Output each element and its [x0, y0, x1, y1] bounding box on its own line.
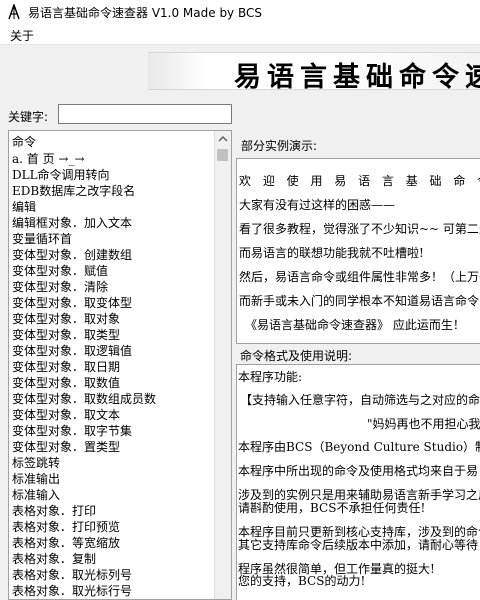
example-line: 而新手或未入门的同学根本不知道易语言命令的: [239, 294, 480, 308]
command-list-item[interactable]: 变体型对象．赋值: [11, 263, 216, 279]
command-list-item[interactable]: 标准输入: [11, 487, 216, 503]
banner-title: 易语言基础命令速查器: [234, 62, 480, 90]
example-line: 然后，易语言命令或组件属性非常多！（上万条: [239, 270, 480, 284]
keyword-label: 关键字:: [8, 110, 49, 124]
command-list-item[interactable]: 变体型对象．取对象: [11, 311, 216, 327]
command-list-item[interactable]: 表格对象．复制: [11, 551, 216, 567]
command-listbox[interactable]: 命令 a. 首 页 →_→ DLL命令调用转向 EDB数据库之改字段名 编辑 编辑框对象…: [8, 130, 232, 600]
app-icon: [8, 4, 20, 20]
example-line: 看了很多教程，觉得涨了不少知识~~ 可第二天: [239, 222, 480, 236]
scroll-thumb[interactable]: [217, 149, 228, 161]
scroll-up-arrow-icon[interactable]: [215, 131, 231, 147]
command-list-item[interactable]: 变体型对象．取数值: [11, 375, 216, 391]
command-list-item[interactable]: EDB数据库之改字段名: [11, 183, 216, 199]
format-line: 其它支持库命令后续版本中添加，请耐心等待: [238, 538, 479, 552]
format-line: 本程序中所出现的命令及使用格式均来自于易: [238, 464, 479, 478]
format-line: 请斟酌使用，BCS不承担任何责任!: [238, 501, 426, 515]
command-list-item[interactable]: 变量循环首: [11, 231, 216, 247]
menu-bar: 关于: [0, 24, 480, 45]
format-line: "妈妈再也不用担心我: [367, 417, 480, 431]
keyword-input[interactable]: [58, 104, 232, 124]
command-list-item[interactable]: 表格对象．取光标列号: [11, 567, 216, 583]
command-list-item[interactable]: 变体型对象．取字节集: [11, 423, 216, 439]
format-textbox[interactable]: 本程序功能: 【支持输入任意字符，自动筛选与之对应的命令 "妈妈再也不用担心我 …: [236, 364, 480, 600]
command-list-item[interactable]: 变体型对象．取类型: [11, 327, 216, 343]
command-list-item[interactable]: DLL命令调用转向: [11, 167, 216, 183]
command-list-item[interactable]: 变体型对象．取逻辑值: [11, 343, 216, 359]
command-list-item[interactable]: a. 首 页 →_→: [11, 151, 216, 167]
example-line: 《易语言基础命令速查器》 应此运而生！: [245, 318, 465, 332]
example-label: 部分实例演示:: [241, 139, 318, 153]
format-line: 本程序由BCS（Beyond Culture Studio）制作: [238, 440, 480, 454]
command-list-item[interactable]: 表格对象．等宽缩放: [11, 535, 216, 551]
command-list-item[interactable]: 表格对象．取光标行号: [11, 583, 216, 599]
command-list-item[interactable]: 变体型对象．清除: [11, 279, 216, 295]
command-list-item[interactable]: 表格对象．打印: [11, 503, 216, 519]
format-line: 【支持输入任意字符，自动筛选与之对应的命令: [240, 393, 480, 407]
command-list-item[interactable]: 变体型对象．取文本: [11, 407, 216, 423]
window-title: 易语言基础命令速查器 V1.0 Made by BCS: [28, 6, 262, 20]
command-list-item[interactable]: 编辑框对象．加入文本: [11, 215, 216, 231]
format-line: 本程序功能:: [238, 370, 303, 384]
command-list-item[interactable]: 标准输出: [11, 471, 216, 487]
command-list: 命令 a. 首 页 →_→ DLL命令调用转向 EDB数据库之改字段名 编辑 编辑框对象…: [11, 133, 216, 599]
format-line: 您的支持，BCS的动力!: [238, 574, 366, 588]
format-label: 命令格式及使用说明:: [240, 349, 353, 363]
list-header: 命令: [12, 135, 37, 149]
example-textbox[interactable]: 欢 迎 使 用 易 语 言 基 础 命 令 大家有没有过这样的困惑—— 看了很多…: [236, 158, 480, 344]
command-list-item[interactable]: 变体型对象．置类型: [11, 439, 216, 455]
banner-image: 易语言基础命令速查器: [148, 52, 480, 90]
command-list-item[interactable]: 变体型对象．创建数组: [11, 247, 216, 263]
command-list-item[interactable]: 变体型对象．取数组成员数: [11, 391, 216, 407]
example-line: 而易语言的联想功能我就不吐槽啦!: [239, 246, 424, 260]
title-bar: 易语言基础命令速查器 V1.0 Made by BCS: [0, 0, 480, 24]
example-line: 欢 迎 使 用 易 语 言 基 础 命 令: [239, 174, 480, 188]
menu-about[interactable]: 关于: [10, 27, 34, 44]
command-list-item[interactable]: 变体型对象．取日期: [11, 359, 216, 375]
command-list-item[interactable]: 变体型对象．取变体型: [11, 295, 216, 311]
command-list-item[interactable]: 表格对象．打印预览: [11, 519, 216, 535]
list-scrollbar[interactable]: [214, 131, 231, 599]
command-list-item[interactable]: 编辑: [11, 199, 216, 215]
example-line: 大家有没有过这样的困惑——: [239, 198, 396, 212]
command-list-item[interactable]: 标签跳转: [11, 455, 216, 471]
